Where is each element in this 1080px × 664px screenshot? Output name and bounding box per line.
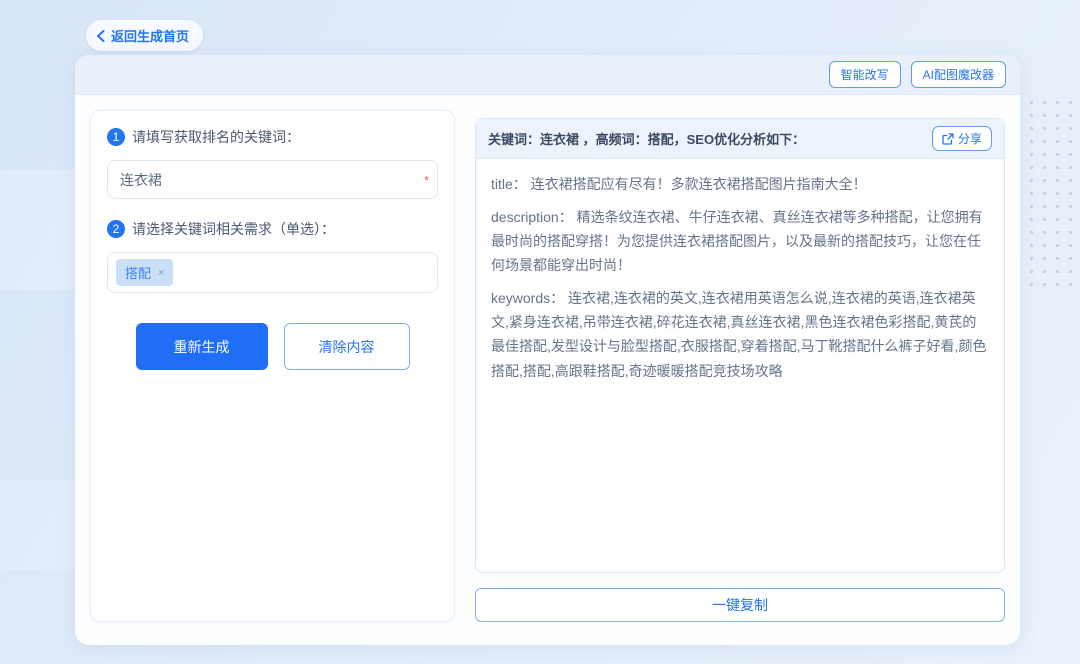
seo-title-line: title： 连衣裙搭配应有尽有！多款连衣裙搭配图片指南大全！ xyxy=(491,172,989,196)
clear-content-button[interactable]: 清除内容 xyxy=(284,323,410,370)
keyword-form-panel: 1 请填写获取排名的关键词： * 2 请选择关键词相关需求（单选）： 搭配 × … xyxy=(90,110,455,622)
back-to-home-button[interactable]: 返回生成首页 xyxy=(86,20,203,51)
generator-card: 智能改写 AI配图魔改器 1 请填写获取排名的关键词： * 2 请选择关键词相关… xyxy=(75,55,1020,645)
result-header: 关键词：连衣裙 ，高频词：搭配，SEO优化分析如下： 分享 xyxy=(476,119,1004,159)
share-button-label: 分享 xyxy=(958,130,982,147)
tag-label: 搭配 xyxy=(125,263,151,282)
required-asterisk: * xyxy=(424,173,429,187)
step1-label-row: 1 请填写获取排名的关键词： xyxy=(107,127,438,147)
seo-keywords-line: keywords： 连衣裙,连衣裙的英文,连衣裙用英语怎么说,连衣裙的英语,连衣… xyxy=(491,286,989,382)
step1-label: 请填写获取排名的关键词： xyxy=(132,127,300,147)
selected-demand-tag: 搭配 × xyxy=(116,259,173,286)
chevron-left-icon xyxy=(96,30,105,42)
step1-number-badge: 1 xyxy=(107,128,125,146)
keyword-input-wrap: * xyxy=(107,160,438,199)
result-header-title: 关键词：连衣裙 ，高频词：搭配，SEO优化分析如下： xyxy=(488,129,805,148)
keyword-input[interactable] xyxy=(107,160,438,199)
form-actions: 重新生成 清除内容 xyxy=(107,323,438,370)
tag-remove-icon[interactable]: × xyxy=(158,267,164,279)
copy-all-button[interactable]: 一键复制 xyxy=(475,588,1005,622)
result-column: 关键词：连衣裙 ，高频词：搭配，SEO优化分析如下： 分享 title： 连衣裙… xyxy=(475,110,1005,622)
step2-label: 请选择关键词相关需求（单选）： xyxy=(132,219,335,239)
background-dot-pattern xyxy=(1012,96,1080,296)
share-icon xyxy=(942,133,954,145)
seo-analysis-text: title： 连衣裙搭配应有尽有！多款连衣裙搭配图片指南大全！ descript… xyxy=(476,159,1004,405)
seo-result-box: 关键词：连衣裙 ，高频词：搭配，SEO优化分析如下： 分享 title： 连衣裙… xyxy=(475,118,1005,573)
demand-select[interactable]: 搭配 × xyxy=(107,252,438,293)
seo-description-line: description： 精选条纹连衣裙、牛仔连衣裙、真丝连衣裙等多种搭配，让您… xyxy=(491,205,989,277)
step2-number-badge: 2 xyxy=(107,220,125,238)
share-button[interactable]: 分享 xyxy=(932,126,992,151)
smart-rewrite-button[interactable]: 智能改写 xyxy=(829,61,901,88)
regenerate-button[interactable]: 重新生成 xyxy=(136,323,268,370)
step2-label-row: 2 请选择关键词相关需求（单选）： xyxy=(107,219,438,239)
ai-image-remix-button[interactable]: AI配图魔改器 xyxy=(911,61,1006,88)
card-toolbar: 智能改写 AI配图魔改器 xyxy=(75,55,1020,95)
back-button-label: 返回生成首页 xyxy=(111,26,189,45)
